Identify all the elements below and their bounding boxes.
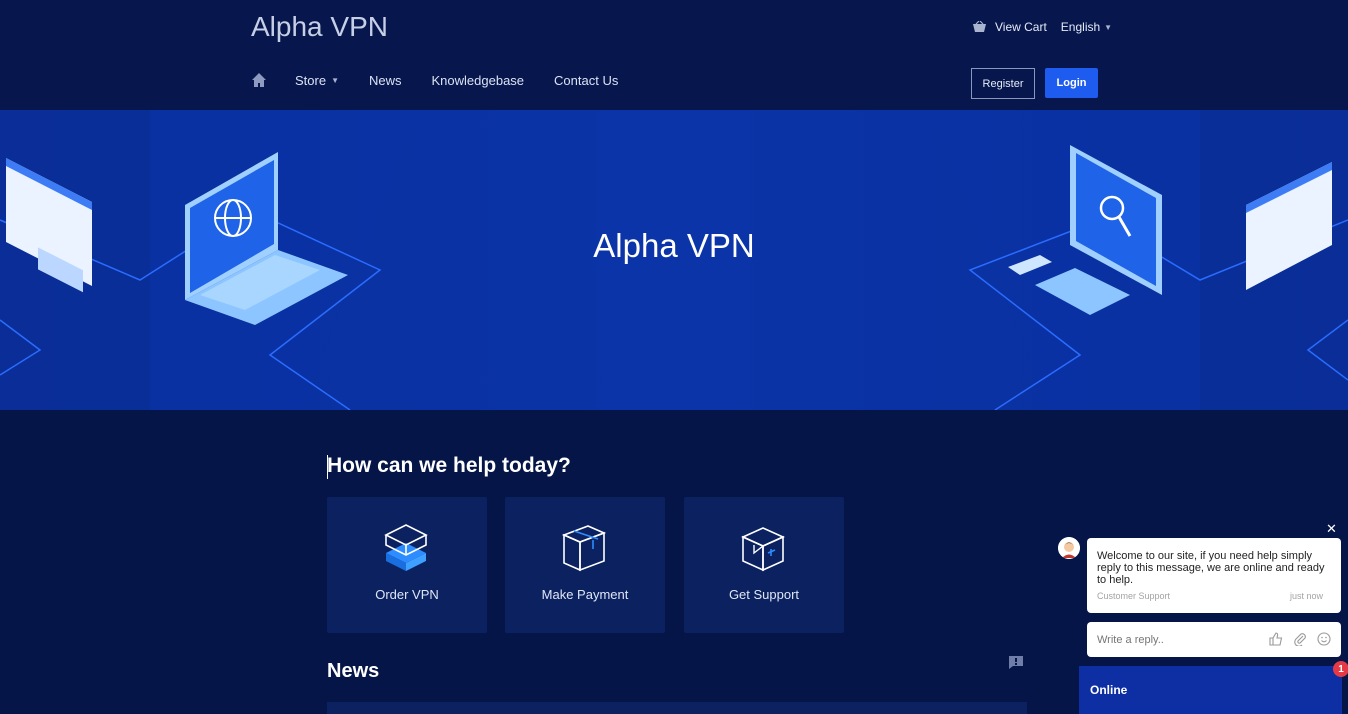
nav-item-news[interactable]: News [369,73,402,88]
chat-status-label: Online [1090,683,1128,697]
chat-status-bar[interactable]: Online [1079,666,1342,714]
text-cursor [327,455,328,479]
language-selector[interactable]: English ▼ [1061,20,1112,34]
package-icon [561,525,607,572]
home-icon[interactable] [251,72,267,88]
site-logo[interactable]: Alpha VPN [251,11,388,43]
emoji-icon[interactable] [1317,632,1331,646]
chat-message-text: Welcome to our site, if you need help si… [1097,550,1325,586]
avatar [1058,537,1080,559]
register-button[interactable]: Register [971,68,1035,99]
feedback-icon[interactable] [1008,655,1024,670]
chevron-down-icon: ▼ [331,75,339,85]
get-support-label: Get Support [728,587,800,602]
main-nav: Store ▼ News Knowledgebase Contact Us [251,72,648,88]
chat-message-bubble: Welcome to our site, if you need help si… [1087,538,1341,613]
language-label: English [1060,20,1101,34]
chat-reply-box [1087,622,1341,657]
news-panel [327,702,1027,714]
chat-sender: Customer Support [1097,591,1171,601]
order-vpn-card[interactable]: Order VPN [327,497,487,633]
chat-timestamp: just now [1289,591,1323,601]
close-icon[interactable]: ✕ [1326,521,1337,537]
attachment-icon[interactable] [1293,632,1307,646]
hero-banner: Alpha VPN [0,110,1348,410]
news-heading: News [327,660,380,682]
nav-item-contact[interactable]: Contact Us [554,73,618,88]
make-payment-label: Make Payment [541,587,629,602]
thumbs-up-icon[interactable] [1269,632,1283,646]
site-header: Alpha VPN View Cart English ▼ Store ▼ Ne… [0,0,1348,110]
open-box-icon [741,527,785,572]
nav-item-knowledgebase[interactable]: Knowledgebase [432,73,525,88]
hero-title: Alpha VPN [593,227,755,264]
view-cart-link[interactable]: View Cart [972,20,1047,34]
make-payment-card[interactable]: Make Payment [505,497,665,633]
order-vpn-label: Order VPN [375,587,439,602]
nav-store-label: Store [295,72,327,88]
nav-item-store[interactable]: Store ▼ [295,73,339,88]
help-heading: How can we help today? [327,454,571,477]
notification-badge: 1 [1333,661,1348,677]
box-stack-icon [384,524,428,571]
login-button[interactable]: Login [1045,68,1098,98]
top-utility-bar: View Cart English ▼ [972,20,1112,34]
cart-icon [973,20,986,32]
chevron-down-icon: ▼ [1104,22,1113,32]
view-cart-label: View Cart [995,20,1047,34]
get-support-card[interactable]: Get Support [684,497,844,633]
chat-reply-input[interactable] [1095,630,1249,650]
